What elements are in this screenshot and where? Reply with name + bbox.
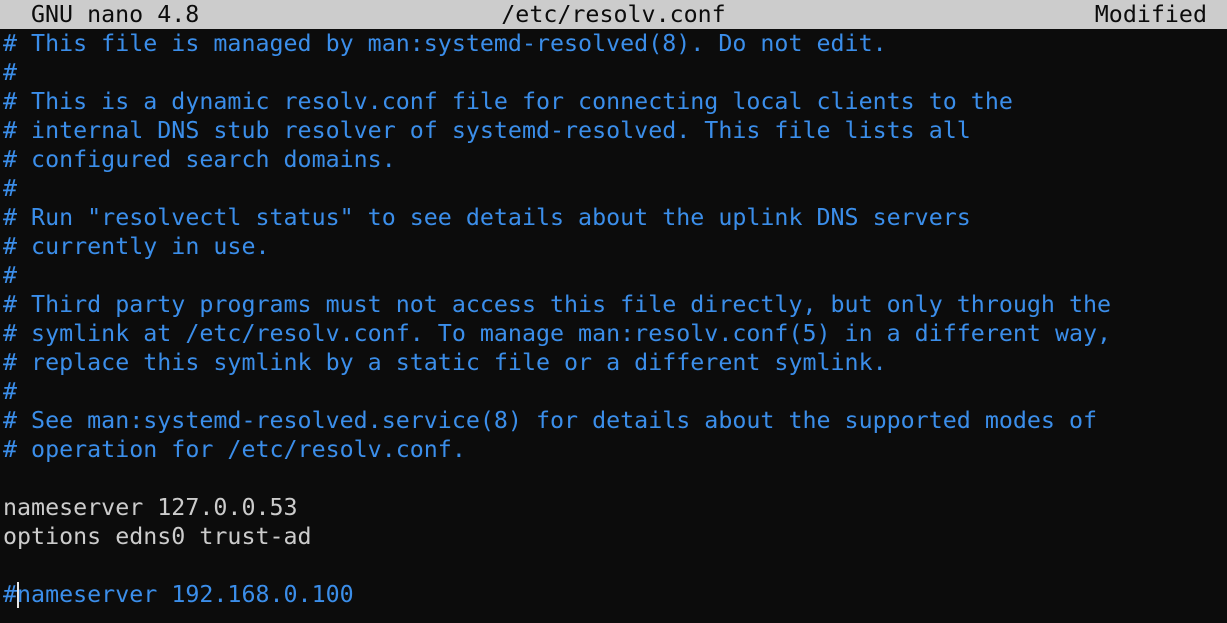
editor-line[interactable]: # [3, 377, 1223, 406]
comment-hash: # [3, 581, 18, 608]
editor-line[interactable]: # [3, 174, 1223, 203]
commented-nameserver: nameserver 192.168.0.100 [17, 581, 354, 608]
editor-line[interactable] [3, 464, 1223, 493]
editor-line[interactable]: # See man:systemd-resolved.service(8) fo… [3, 406, 1223, 435]
editor-line[interactable]: # Run "resolvectl status" to see details… [3, 203, 1223, 232]
editor-line[interactable]: # [3, 58, 1223, 87]
editor-line[interactable]: # operation for /etc/resolv.conf. [3, 435, 1223, 464]
editor-text-area[interactable]: # This file is managed by man:systemd-re… [3, 29, 1223, 609]
editor-line-cursor[interactable]: #nameserver 192.168.0.100 [3, 580, 1223, 609]
editor-line[interactable]: nameserver 127.0.0.53 [3, 493, 1223, 522]
editor-line[interactable]: # symlink at /etc/resolv.conf. To manage… [3, 319, 1223, 348]
modified-status: Modified [1094, 1, 1207, 28]
terminal-window[interactable]: /etc/resolv.conf GNU nano 4.8 Modified #… [0, 0, 1227, 623]
nano-title-bar: /etc/resolv.conf GNU nano 4.8 Modified [0, 0, 1227, 29]
editor-line[interactable]: # Third party programs must not access t… [3, 290, 1223, 319]
app-name: GNU nano 4.8 [31, 1, 200, 28]
editor-line[interactable]: # currently in use. [3, 232, 1223, 261]
editor-line[interactable]: # This file is managed by man:systemd-re… [3, 29, 1223, 58]
editor-line[interactable] [3, 551, 1223, 580]
editor-line[interactable]: options edns0 trust-ad [3, 522, 1223, 551]
editor-line[interactable]: # configured search domains. [3, 145, 1223, 174]
editor-line[interactable]: # replace this symlink by a static file … [3, 348, 1223, 377]
editor-line[interactable]: # [3, 261, 1223, 290]
editor-line[interactable]: # This is a dynamic resolv.conf file for… [3, 87, 1223, 116]
text-cursor [17, 581, 20, 608]
editor-line[interactable]: # internal DNS stub resolver of systemd-… [3, 116, 1223, 145]
